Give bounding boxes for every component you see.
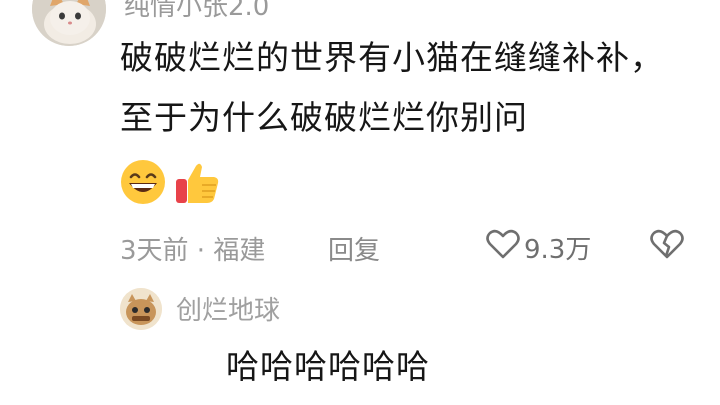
like-button[interactable]: 9.3万 — [486, 228, 591, 267]
reply-avatar-image — [120, 288, 162, 330]
reply-avatar[interactable] — [120, 288, 162, 330]
comment-time-location: 3天前 · 福建 — [120, 230, 265, 267]
comment-meta-row: 3天前 · 福建 回复 9.3万 — [120, 226, 690, 270]
grinning-face-emoji-icon — [118, 157, 168, 211]
comment-time: 3天前 — [120, 236, 189, 266]
meta-separator: · — [188, 236, 214, 266]
comment-text: 破破烂烂的世界有小猫在缝缝补补，至于为什么破破烂烂你别问 — [120, 38, 664, 137]
commenter-avatar[interactable] — [32, 0, 106, 46]
heart-outline-icon — [486, 228, 520, 267]
reply-text: 哈哈哈哈哈哈 — [226, 347, 430, 386]
commenter-username[interactable]: 纯情小张2.0 — [124, 0, 269, 23]
dislike-button[interactable] — [650, 228, 684, 267]
like-count: 9.3万 — [524, 235, 592, 265]
comment-location: 福建 — [213, 236, 266, 266]
reply-button[interactable]: 回复 — [328, 230, 380, 267]
broken-heart-icon — [650, 229, 684, 267]
comment-emoji-row — [118, 158, 222, 210]
cat-avatar-image — [32, 0, 106, 46]
reply-username[interactable]: 创烂地球 — [176, 290, 280, 327]
thumbs-up-emoji-icon — [172, 157, 222, 211]
